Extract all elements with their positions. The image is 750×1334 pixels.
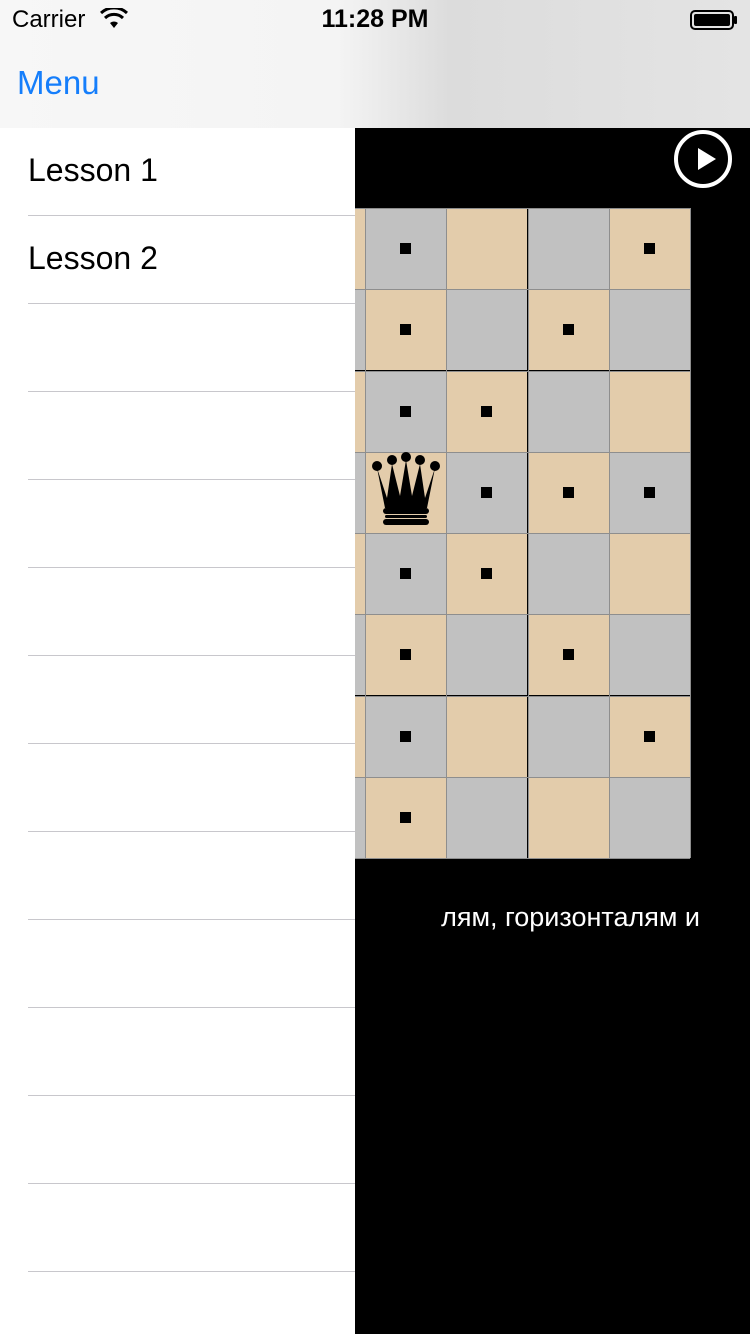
menu-item[interactable]: [0, 568, 355, 656]
play-button[interactable]: [674, 130, 732, 188]
grid-line: [690, 208, 691, 858]
move-marker: [400, 243, 411, 254]
move-marker: [562, 649, 574, 661]
board-square[interactable]: [527, 289, 609, 371]
menu-item[interactable]: [0, 304, 355, 392]
play-icon: [698, 148, 716, 170]
top-chrome: Carrier 11:28 PM Menu: [0, 0, 750, 128]
status-bar: Carrier 11:28 PM: [0, 0, 750, 40]
move-marker: [400, 730, 411, 742]
board-square[interactable]: [608, 208, 690, 289]
board-square[interactable]: [608, 289, 690, 371]
board-square[interactable]: [527, 776, 609, 858]
move-marker: [481, 405, 493, 417]
move-marker: [400, 811, 411, 823]
board-square[interactable]: [608, 451, 690, 533]
board-square[interactable]: [608, 370, 690, 452]
menu-item[interactable]: [0, 656, 355, 744]
menu-item-label: Lesson 2: [28, 240, 158, 276]
board-square[interactable]: [446, 533, 528, 614]
grid-line: [527, 208, 529, 858]
board-square[interactable]: [446, 776, 528, 858]
board-square[interactable]: [527, 208, 609, 289]
menu-item[interactable]: Lesson 1: [0, 128, 355, 216]
board-square[interactable]: [608, 776, 690, 858]
board-square[interactable]: [608, 614, 690, 696]
menu-item[interactable]: [0, 1272, 355, 1334]
board-square[interactable]: [446, 370, 528, 452]
board-square[interactable]: [446, 614, 528, 696]
board-square[interactable]: [446, 208, 528, 289]
menu-item[interactable]: [0, 480, 355, 568]
menu-item[interactable]: [0, 1184, 355, 1272]
grid-line: [446, 208, 448, 858]
board-square[interactable]: [446, 451, 528, 533]
board-square[interactable]: [446, 695, 528, 777]
board-square[interactable]: [365, 695, 446, 777]
board-square[interactable]: [608, 533, 690, 614]
move-marker: [643, 243, 655, 254]
move-marker: [400, 649, 411, 661]
battery-icon: [690, 10, 737, 30]
menu-item[interactable]: [0, 920, 355, 1008]
menu-item-label: Lesson 1: [28, 152, 158, 188]
board-square[interactable]: [446, 289, 528, 371]
queen-icon[interactable]: [365, 451, 446, 533]
board-square[interactable]: [365, 370, 446, 452]
menu-drawer: Lesson 1 Lesson 2: [0, 128, 355, 1334]
menu-item[interactable]: [0, 744, 355, 832]
menu-item[interactable]: Lesson 2: [0, 216, 355, 304]
board-square[interactable]: [365, 289, 446, 371]
move-marker: [643, 486, 655, 498]
board-square[interactable]: [608, 695, 690, 777]
move-marker: [400, 405, 411, 417]
move-marker: [643, 730, 655, 742]
menu-title[interactable]: Menu: [17, 64, 100, 102]
board-square[interactable]: [365, 208, 446, 289]
status-time: 11:28 PM: [321, 5, 429, 33]
board-square[interactable]: [527, 695, 609, 777]
move-marker: [562, 324, 574, 336]
grid-line: [608, 208, 610, 858]
nav-bar: Menu: [0, 40, 750, 128]
move-marker: [481, 568, 493, 579]
board-square[interactable]: [365, 614, 446, 696]
board-square[interactable]: [365, 533, 446, 614]
move-marker: [481, 486, 493, 498]
menu-item[interactable]: [0, 1096, 355, 1184]
board-square[interactable]: [527, 533, 609, 614]
menu-item[interactable]: [0, 832, 355, 920]
menu-item[interactable]: [0, 1008, 355, 1096]
move-marker: [400, 324, 411, 336]
board-square[interactable]: [527, 614, 609, 696]
menu-item[interactable]: [0, 392, 355, 480]
move-marker: [400, 568, 411, 579]
board-square[interactable]: [527, 370, 609, 452]
board-square[interactable]: [527, 451, 609, 533]
move-marker: [562, 486, 574, 498]
board-square[interactable]: [365, 776, 446, 858]
